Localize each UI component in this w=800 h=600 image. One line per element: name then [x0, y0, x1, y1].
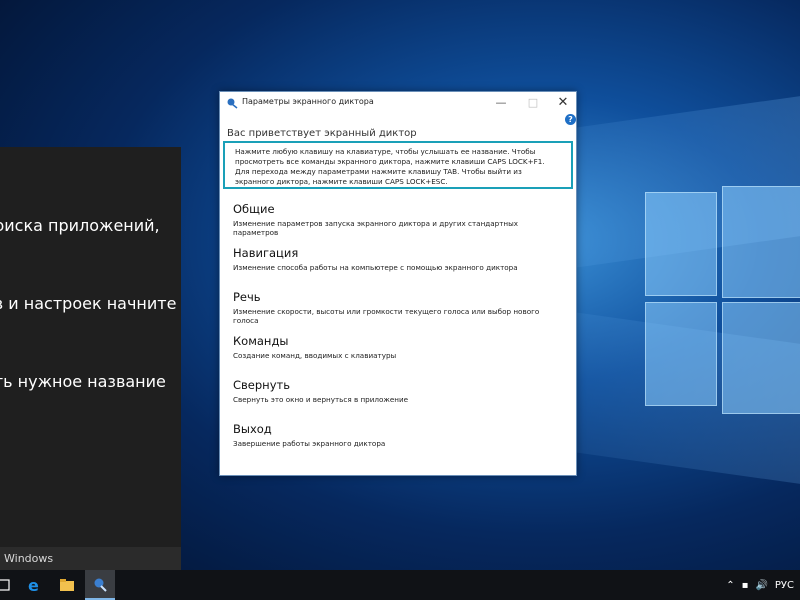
section-title: Команды	[233, 334, 289, 348]
start-menu-bottom-item[interactable]: Windows	[0, 547, 181, 570]
taskbar: e ⌃ ▪ 🔊 РУС	[0, 570, 800, 600]
edge-icon[interactable]: e	[20, 570, 50, 600]
system-tray: ⌃ ▪ 🔊 РУС	[726, 570, 794, 600]
section-title: Речь	[233, 290, 261, 304]
start-menu-panel: поиска приложений, ов и настроек начните…	[0, 147, 181, 570]
svg-text:e: e	[28, 577, 39, 593]
section-commands[interactable]: Команды Создание команд, вводимых с клав…	[233, 334, 563, 360]
volume-icon[interactable]: 🔊	[755, 580, 767, 591]
section-speech[interactable]: Речь Изменение скорости, высоты или гром…	[233, 290, 563, 325]
info-box: Нажмите любую клавишу на клавиатуре, что…	[223, 141, 573, 189]
narrator-settings-window: Параметры экранного диктора — □ ✕ ? Вас …	[219, 91, 577, 476]
welcome-heading: Вас приветствует экранный диктор	[227, 128, 417, 139]
section-minimize[interactable]: Свернуть Свернуть это окно и вернуться в…	[233, 378, 563, 404]
section-desc: Изменение скорости, высоты или громкости…	[233, 307, 540, 325]
section-title: Выход	[233, 422, 272, 436]
section-desc: Создание команд, вводимых с клавиатуры	[233, 351, 397, 360]
minimize-button[interactable]: —	[486, 92, 516, 112]
maximize-button[interactable]: □	[518, 92, 548, 112]
windows-logo-pane	[645, 302, 717, 406]
windows-logo-pane	[722, 186, 800, 298]
section-desc: Завершение работы экранного диктора	[233, 439, 386, 448]
windows-logo-pane	[722, 302, 800, 414]
start-hint-line: поиска приложений,	[0, 216, 160, 235]
windows-logo-pane	[645, 192, 717, 296]
start-hint-line: ов и настроек начните	[0, 294, 177, 313]
section-general[interactable]: Общие Изменение параметров запуска экран…	[233, 202, 563, 237]
title-bar[interactable]: Параметры экранного диктора — □ ✕	[220, 92, 576, 114]
section-title: Свернуть	[233, 378, 290, 392]
file-explorer-icon[interactable]	[52, 570, 82, 600]
help-icon[interactable]: ?	[565, 114, 576, 125]
start-bottom-label: Windows	[4, 552, 54, 565]
start-menu-hint: поиска приложений, ов и настроек начните…	[0, 161, 181, 447]
narrator-app-icon	[227, 98, 238, 109]
language-indicator[interactable]: РУС	[775, 580, 794, 591]
narrator-icon[interactable]	[85, 570, 115, 600]
section-desc: Свернуть это окно и вернуться в приложен…	[233, 395, 409, 404]
section-desc: Изменение параметров запуска экранного д…	[233, 219, 519, 237]
window-title: Параметры экранного диктора	[242, 97, 374, 106]
section-title: Общие	[233, 202, 275, 216]
section-title: Навигация	[233, 246, 299, 260]
close-button[interactable]: ✕	[548, 92, 578, 112]
section-exit[interactable]: Выход Завершение работы экранного диктор…	[233, 422, 563, 448]
start-hint-line: ать нужное название	[0, 372, 166, 391]
network-icon[interactable]: ▪	[742, 580, 749, 591]
section-desc: Изменение способа работы на компьютере с…	[233, 263, 518, 272]
task-view-icon[interactable]	[0, 570, 18, 600]
section-navigation[interactable]: Навигация Изменение способа работы на ко…	[233, 246, 563, 272]
chevron-up-icon[interactable]: ⌃	[726, 580, 734, 591]
